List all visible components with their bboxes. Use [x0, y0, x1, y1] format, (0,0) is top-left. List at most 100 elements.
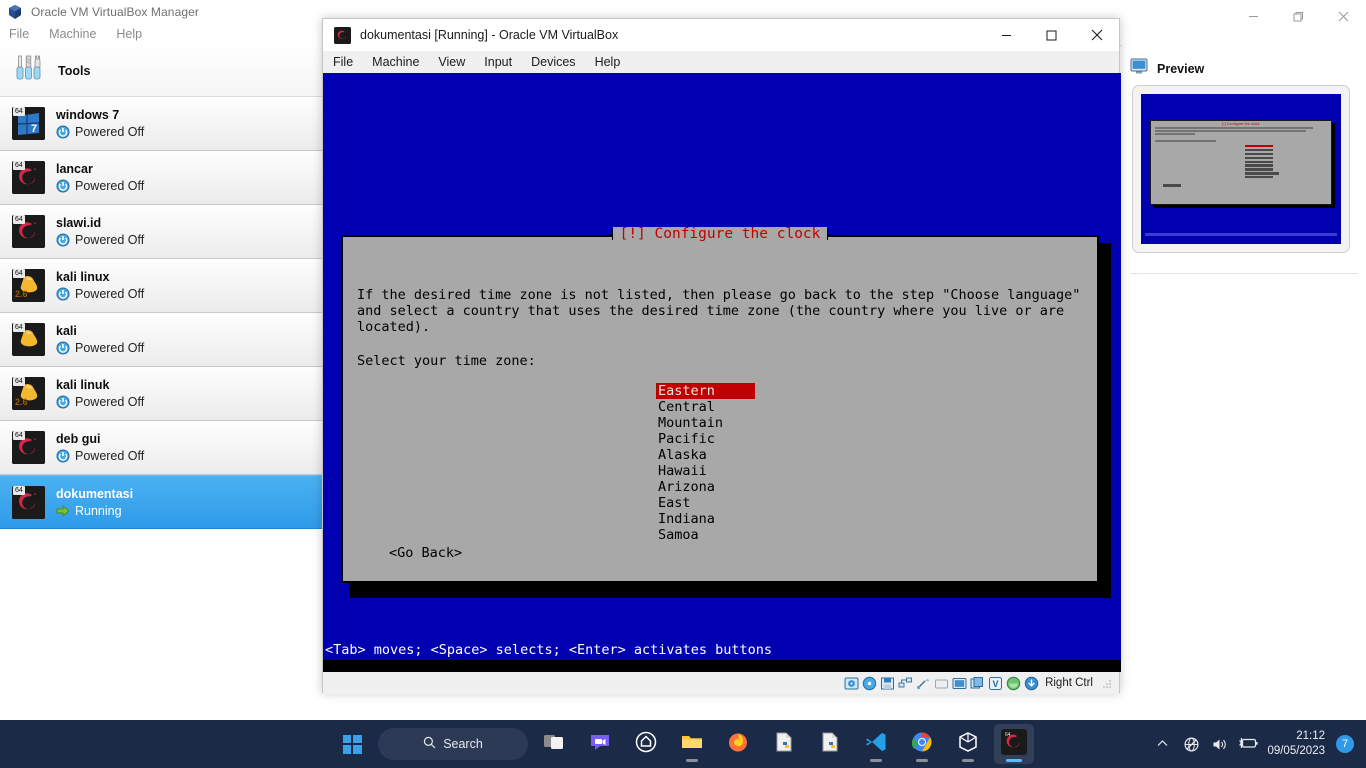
timezone-option-mountain[interactable]: Mountain: [656, 415, 755, 431]
vm-menu-file[interactable]: File: [333, 55, 353, 69]
battery-charging-icon[interactable]: [1239, 736, 1259, 753]
machine-row-dokumentasi[interactable]: 64 dokumentasi Running: [0, 475, 322, 529]
vm-menu-devices[interactable]: Devices: [531, 55, 575, 69]
installer-help-bar: <Tab> moves; <Space> selects; <Enter> ac…: [323, 641, 1121, 660]
machine-state-label: Powered Off: [75, 179, 145, 193]
menu-machine[interactable]: Machine: [49, 27, 96, 41]
file-explorer-icon: [680, 730, 704, 759]
timezone-option-arizona[interactable]: Arizona: [656, 479, 755, 495]
harddisk-icon[interactable]: [844, 676, 859, 691]
notification-badge[interactable]: 7: [1336, 735, 1354, 753]
preview-prompt-line: [1155, 140, 1217, 142]
taskbar-item-virtualbox[interactable]: [948, 724, 988, 764]
network-icon[interactable]: [898, 676, 913, 691]
timezone-option-eastern[interactable]: Eastern: [656, 383, 755, 399]
power-off-icon: [56, 125, 70, 139]
optical-disk-icon[interactable]: [862, 676, 877, 691]
vm-titlebar: dokumentasi [Running] - Oracle VM Virtua…: [323, 19, 1119, 51]
machine-state-label: Powered Off: [75, 449, 145, 463]
power-off-icon: [56, 179, 70, 193]
machine-row-slawi-id[interactable]: 64 slawi.id Powered Off: [0, 205, 322, 259]
sidebar-item-tools[interactable]: Tools: [0, 45, 322, 97]
start-button[interactable]: [332, 724, 372, 764]
power-off-icon: [56, 449, 70, 463]
machine-row-windows-7[interactable]: 7 64 windows 7 Powered Off: [0, 97, 322, 151]
preview-thumbnail[interactable]: [!] Configure the clock: [1132, 85, 1350, 253]
machine-state: Powered Off: [56, 395, 144, 409]
preview-list-item: [1244, 176, 1273, 179]
vm-menu-help[interactable]: Help: [595, 55, 621, 69]
timezone-option-alaska[interactable]: Alaska: [656, 447, 755, 463]
installer-prompt: Select your time zone:: [357, 353, 536, 369]
machine-texts: windows 7 Powered Off: [56, 108, 144, 139]
keyboard-icon[interactable]: [1024, 676, 1039, 691]
running-indicator: [962, 759, 974, 762]
volume-icon[interactable]: [1211, 736, 1228, 753]
vm-maximize-button[interactable]: [1029, 19, 1074, 51]
timezone-option-east-indiana[interactable]: East Indiana: [656, 495, 755, 527]
machine-row-kali-linuk[interactable]: 64 2.6 kali linuk Powered Off: [0, 367, 322, 421]
vm-menu-view[interactable]: View: [438, 55, 465, 69]
timezone-option-pacific[interactable]: Pacific: [656, 431, 755, 447]
vm-guest-screen[interactable]: [!] Configure the clock If the desired t…: [323, 73, 1121, 672]
task-view-icon: [542, 730, 566, 759]
preview-list-item: [1244, 148, 1273, 152]
taskbar-item-file-explorer[interactable]: [672, 724, 712, 764]
vm-close-button[interactable]: [1074, 19, 1119, 51]
menu-help[interactable]: Help: [116, 27, 142, 41]
vm-menu-machine[interactable]: Machine: [372, 55, 419, 69]
search-box[interactable]: Search: [378, 728, 528, 760]
floppy-icon[interactable]: [880, 676, 895, 691]
vm-title-text: dokumentasi [Running] - Oracle VM Virtua…: [360, 28, 619, 42]
svg-text:64: 64: [1005, 732, 1011, 738]
taskbar-item-task-view[interactable]: [534, 724, 574, 764]
machine-state-label: Powered Off: [75, 287, 145, 301]
vm-minimize-button[interactable]: [984, 19, 1029, 51]
taskbar-item-firefox[interactable]: [718, 724, 758, 764]
taskbar-item-virtualbox-vm[interactable]: 64: [994, 724, 1034, 764]
linux-tux-icon: 64 2.6: [12, 269, 45, 302]
machine-state-label: Powered Off: [75, 233, 145, 247]
timezone-option-samoa[interactable]: Samoa: [656, 527, 755, 543]
monitor-icon: [1130, 57, 1148, 80]
menu-file[interactable]: File: [9, 27, 29, 41]
timezone-option-central[interactable]: Central: [656, 399, 755, 415]
machine-row-kali[interactable]: 64 kali Powered Off: [0, 313, 322, 367]
os-badge: 64: [13, 107, 25, 116]
taskbar-item-vs-code[interactable]: [856, 724, 896, 764]
chevron-up-icon[interactable]: [1155, 736, 1172, 753]
brave-browser-icon: [634, 730, 658, 759]
machine-texts: kali linuk Powered Off: [56, 378, 144, 409]
virtualization-icon[interactable]: V: [988, 676, 1003, 691]
machine-row-lancar[interactable]: 64 lancar Powered Off: [0, 151, 322, 205]
taskbar-item-brave-browser[interactable]: [626, 724, 666, 764]
vm-menu-input[interactable]: Input: [484, 55, 512, 69]
go-back-button[interactable]: <Go Back>: [389, 545, 462, 561]
taskbar-item-python-idle-2[interactable]: [810, 724, 850, 764]
resize-grip[interactable]: [1101, 677, 1113, 689]
mouse-integration-icon[interactable]: [1006, 676, 1021, 691]
network-no-internet-icon[interactable]: [1183, 736, 1200, 753]
taskbar-item-google-chrome[interactable]: [902, 724, 942, 764]
timezone-list[interactable]: Eastern Central Mountain Pacific Alaska …: [656, 383, 755, 543]
preview-text-line: [1155, 127, 1314, 129]
machine-texts: kali linux Powered Off: [56, 270, 144, 301]
machine-row-deb-gui[interactable]: 64 deb gui Powered Off: [0, 421, 322, 475]
taskbar-item-python-idle-1[interactable]: [764, 724, 804, 764]
details-pane: Preview [!] Configure the clock: [1122, 45, 1366, 720]
shared-folder-icon[interactable]: [934, 676, 949, 691]
preview-list-item: [1244, 164, 1273, 167]
machine-texts: kali Powered Off: [56, 324, 144, 355]
clock[interactable]: 21:12 09/05/2023: [1267, 729, 1325, 759]
display-icon[interactable]: [952, 676, 967, 691]
machine-row-kali-linux[interactable]: 64 2.6 kali linux Powered Off: [0, 259, 322, 313]
timezone-option-hawaii[interactable]: Hawaii: [656, 463, 755, 479]
preview-list-item: [1244, 172, 1279, 175]
taskbar-items: Search 64: [332, 724, 1034, 764]
taskbar-item-teams-chat[interactable]: [580, 724, 620, 764]
machine-name: kali linux: [56, 270, 110, 284]
video-capture-icon[interactable]: [970, 676, 985, 691]
usb-icon[interactable]: [916, 676, 931, 691]
preview-dialog-title: [!] Configure the clock: [1222, 122, 1260, 126]
machine-name: slawi.id: [56, 216, 102, 230]
